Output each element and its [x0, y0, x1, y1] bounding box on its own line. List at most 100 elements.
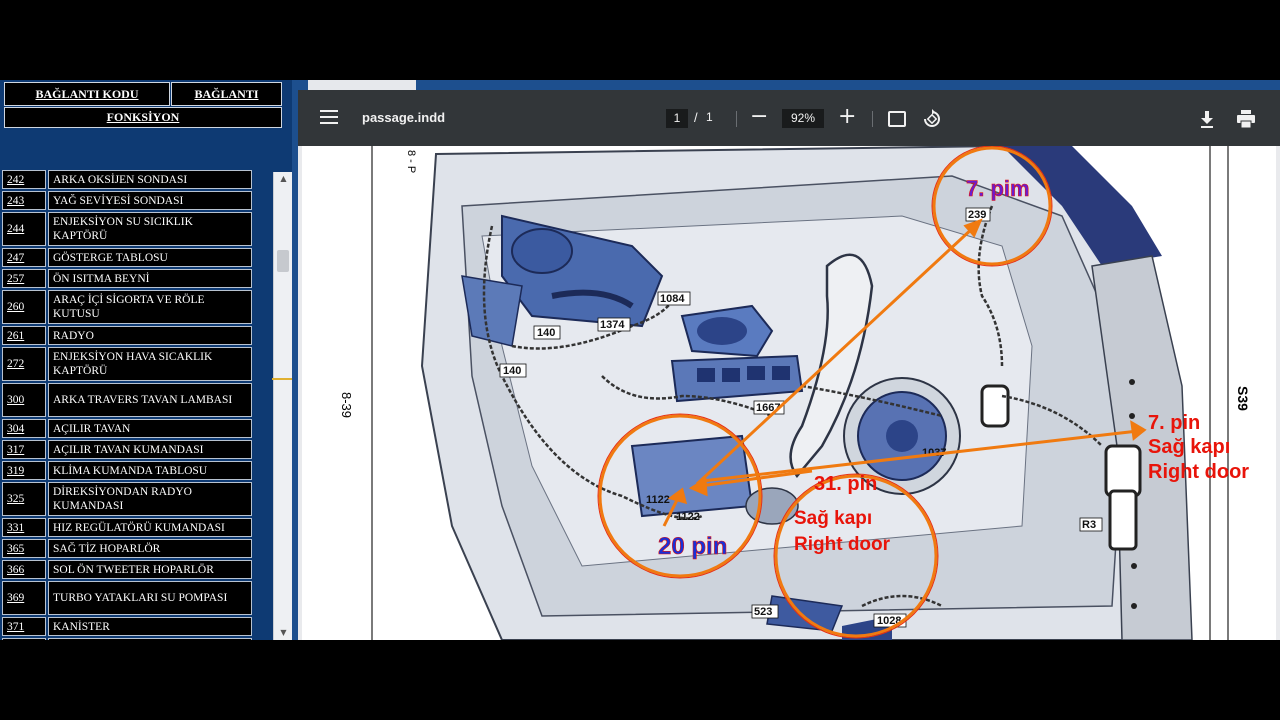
annotation-7-sag-kapi: Sağ kapı — [1148, 436, 1230, 458]
connector-row[interactable]: 242 ARKA OKSİJEN SONDASI — [2, 170, 252, 189]
connector-row[interactable]: 272 ENJEKSİYON HAVA SICAKLIK KAPTÖRÜ — [2, 347, 252, 381]
list-scrollbar[interactable]: ▲ ▼ — [273, 172, 292, 640]
scroll-up-arrow-icon[interactable]: ▲ — [274, 172, 293, 186]
zoom-level-input[interactable]: 92% — [782, 109, 824, 128]
connector-code-link[interactable]: 369 — [2, 581, 46, 615]
pdf-page: 8 - P 8-39 S39 239 1084 1374 140 140 166… — [302, 146, 1276, 640]
connector-row[interactable]: 325 DİREKSİYONDAN RADYO KUMANDASI — [2, 482, 252, 516]
connector-row[interactable]: 408EVAPORATÖR SONDASI — [2, 638, 252, 640]
connector-function-label: KANİSTER — [48, 617, 252, 636]
connector-function-label: AÇILIR TAVAN — [48, 419, 252, 438]
page-separator: / — [694, 110, 698, 125]
connector-code-link[interactable]: 366 — [2, 560, 46, 579]
connector-label-523: 523 — [754, 606, 772, 618]
connector-row[interactable]: 247 GÖSTERGE TABLOSU — [2, 248, 252, 267]
scroll-thumb[interactable] — [277, 250, 289, 272]
toolbar-divider — [736, 111, 737, 127]
print-icon[interactable] — [1236, 110, 1256, 128]
door-panel — [420, 146, 1193, 640]
connector-function-label: AÇILIR TAVAN KUMANDASI — [48, 440, 252, 459]
connector-code-link[interactable]: 247 — [2, 248, 46, 267]
menu-icon[interactable] — [320, 110, 338, 126]
connector-code-link[interactable]: 260 — [2, 290, 46, 324]
connector-row[interactable]: 366 SOL ÖN TWEETER HOPARLÖR — [2, 560, 252, 579]
connector-row[interactable]: 304 AÇILIR TAVAN — [2, 419, 252, 438]
connector-row[interactable]: 300 ARKA TRAVERS TAVAN LAMBASI — [2, 383, 252, 417]
connector-code-link[interactable]: 300 — [2, 383, 46, 417]
scroll-down-arrow-icon[interactable]: ▼ — [274, 626, 293, 640]
connector-function-label: EVAPORATÖR SONDASI — [48, 638, 252, 640]
connector-row[interactable]: 365 SAĞ TİZ HOPARLÖR — [2, 539, 252, 558]
zoom-in-icon[interactable]: + — [838, 104, 856, 129]
connector-code-link[interactable]: 242 — [2, 170, 46, 189]
connector-code-link[interactable]: 317 — [2, 440, 46, 459]
connector-table-header: BAĞLANTI KODU BAĞLANTI FONKSİYON — [4, 82, 282, 130]
connector-label-1084: 1084 — [660, 293, 685, 305]
page-number-input[interactable]: 1 — [666, 109, 688, 128]
connection-header-link[interactable]: BAĞLANTI — [171, 82, 282, 106]
door-handle — [680, 304, 774, 358]
connector-code-link[interactable]: 261 — [2, 326, 46, 345]
connector-list: 242 ARKA OKSİJEN SONDASI 243 YAĞ SEVİYESİ S… — [2, 170, 252, 640]
page-side-label-right: S39 — [1235, 386, 1251, 411]
connector-function-label: SAĞ TİZ HOPARLÖR — [48, 539, 252, 558]
splitter-marker — [272, 378, 292, 380]
connector-row[interactable]: 317 AÇILIR TAVAN KUMANDASI — [2, 440, 252, 459]
pdf-canvas[interactable]: 8 - P 8-39 S39 239 1084 1374 140 140 166… — [298, 146, 1280, 640]
connector-function-label: GÖSTERGE TABLOSU — [48, 248, 252, 267]
pdf-toolbar: passage.indd 1 / 1 − 92% + — [298, 90, 1280, 146]
page-total: 1 — [706, 110, 713, 124]
connector-code-link[interactable]: 257 — [2, 269, 46, 288]
annotation-20-pin: 20 pin — [658, 533, 727, 560]
annotation-31-sag-kapi: Sağ kapı — [794, 508, 872, 529]
top-frame-strip — [298, 80, 1280, 90]
top-frame-tab — [308, 80, 416, 90]
annotation-31-pin: 31. pin — [814, 473, 877, 495]
connector-row[interactable]: 261 RADYO — [2, 326, 252, 345]
connector-code-link[interactable]: 331 — [2, 518, 46, 537]
connector-code-link[interactable]: 272 — [2, 347, 46, 381]
connector-code-link[interactable]: 408 — [2, 638, 46, 640]
function-header-link[interactable]: FONKSİYON — [4, 107, 282, 128]
connector-list-frame: 242 ARKA OKSİJEN SONDASI 243 YAĞ SEVİYESİ S… — [0, 170, 292, 640]
connector-row[interactable]: 319 KLİMA KUMANDA TABLOSU — [2, 461, 252, 480]
connector-code-link[interactable]: 325 — [2, 482, 46, 516]
connector-label-239: 239 — [968, 209, 986, 221]
connector-function-label: ARKA OKSİJEN SONDASI — [48, 170, 252, 189]
connector-function-label: ENJEKSİYON SU SICIKLIK KAPTÖRÜ — [48, 212, 252, 246]
annotation-7-pin-right: 7. pin — [1148, 412, 1200, 434]
connector-code-header-link[interactable]: BAĞLANTI KODU — [4, 82, 170, 106]
connector-function-label: TURBO YATAKLARI SU POMPASI — [48, 581, 252, 615]
connector-panel: BAĞLANTI KODU BAĞLANTI FONKSİYON 242 ARKA… — [0, 80, 292, 640]
zoom-out-icon[interactable]: − — [750, 104, 768, 129]
connector-function-label: ÖN ISITMA BEYNİ — [48, 269, 252, 288]
connector-function-label: DİREKSİYONDAN RADYO KUMANDASI — [48, 482, 252, 516]
connector-code-link[interactable]: 243 — [2, 191, 46, 210]
connector-row[interactable]: 369 TURBO YATAKLARI SU POMPASI — [2, 581, 252, 615]
rotate-icon[interactable] — [922, 109, 942, 129]
toolbar-divider — [872, 111, 873, 127]
connector-label-1122-a: 1122 — [646, 494, 670, 506]
connector-row[interactable]: 244 ENJEKSİYON SU SICIKLIK KAPTÖRÜ — [2, 212, 252, 246]
door-wiring-diagram: 8 - P 8-39 S39 239 1084 1374 140 140 166… — [339, 146, 1251, 640]
connector-row[interactable]: 257 ÖN ISITMA BEYNİ — [2, 269, 252, 288]
connector-row[interactable]: 371 KANİSTER — [2, 617, 252, 636]
fit-page-icon[interactable] — [888, 111, 906, 127]
connector-code-link[interactable]: 371 — [2, 617, 46, 636]
annotation-7-right-door: Right door — [1148, 461, 1249, 483]
connector-code-link[interactable]: 244 — [2, 212, 46, 246]
connector-row[interactable]: 331 HIZ REGÜLATÖRÜ KUMANDASI — [2, 518, 252, 537]
connector-function-label: YAĞ SEVİYESİ SONDASI — [48, 191, 252, 210]
connector-function-label: RADYO — [48, 326, 252, 345]
download-icon[interactable] — [1198, 109, 1216, 129]
connector-label-140-b: 140 — [503, 365, 521, 377]
connector-function-label: KLİMA KUMANDA TABLOSU — [48, 461, 252, 480]
connector-code-link[interactable]: 365 — [2, 539, 46, 558]
connector-label-r3: R3 — [1082, 519, 1096, 531]
connector-code-link[interactable]: 304 — [2, 419, 46, 438]
connector-row[interactable]: 260 ARAÇ İÇİ SİGORTA VE RÖLE KUTUSU — [2, 290, 252, 324]
connector-code-link[interactable]: 319 — [2, 461, 46, 480]
page-side-label-left: 8-39 — [339, 392, 354, 418]
document-title: passage.indd — [362, 110, 446, 125]
connector-row[interactable]: 243 YAĞ SEVİYESİ SONDASI — [2, 191, 252, 210]
